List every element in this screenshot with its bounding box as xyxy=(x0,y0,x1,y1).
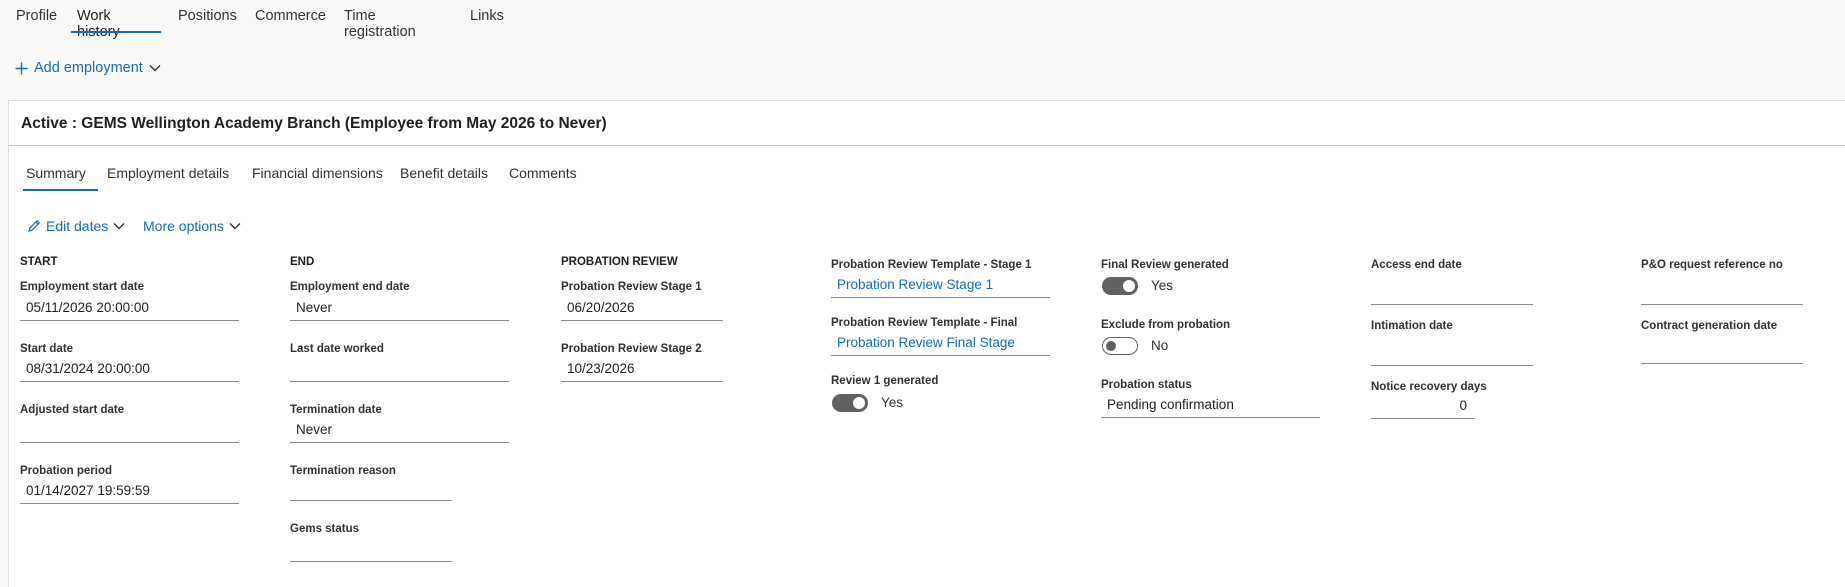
panel-title: Active : GEMS Wellington Academy Branch … xyxy=(21,115,607,132)
adjusted-start-date-field[interactable] xyxy=(20,417,239,443)
employment-panel: Active : GEMS Wellington Academy Branch … xyxy=(8,100,1845,587)
final-review-generated-toggle[interactable] xyxy=(1102,277,1138,295)
po-request-reference-label: P&O request reference no xyxy=(1641,259,1783,271)
review1-generated-toggle[interactable] xyxy=(832,394,868,412)
exclude-from-probation-label: Exclude from probation xyxy=(1101,319,1231,331)
add-employment-button[interactable]: Add employment xyxy=(15,60,161,76)
subtab-comments[interactable]: Comments xyxy=(509,165,577,181)
end-heading: END xyxy=(290,256,315,268)
final-review-generated-value: Yes xyxy=(1151,278,1174,293)
review1-generated-value: Yes xyxy=(881,395,904,410)
tab-time-registration[interactable]: Time registration xyxy=(344,8,416,40)
probation-status-field[interactable]: Pending confirmation xyxy=(1101,392,1320,418)
notice-recovery-days-field[interactable]: 0 xyxy=(1371,393,1475,419)
notice-recovery-days-label: Notice recovery days xyxy=(1371,381,1487,393)
final-review-generated-label: Final Review generated xyxy=(1101,259,1229,271)
active-tab-indicator xyxy=(71,31,161,33)
probation-status-label: Probation status xyxy=(1101,379,1192,391)
tab-commerce[interactable]: Commerce xyxy=(255,8,326,24)
gems-status-field[interactable] xyxy=(290,536,452,562)
probation-review-stage2-field[interactable]: 10/23/2026 xyxy=(561,356,723,382)
more-options-label: More options xyxy=(143,218,224,234)
tab-work-history[interactable]: Work history xyxy=(77,8,120,40)
pencil-icon xyxy=(27,219,41,233)
template-stage1-link[interactable]: Probation Review Stage 1 xyxy=(831,272,1050,298)
subtab-summary[interactable]: Summary xyxy=(26,165,86,181)
template-final-label: Probation Review Template - Final xyxy=(831,317,1018,329)
employment-end-date-field[interactable]: Never xyxy=(290,295,509,321)
tab-profile[interactable]: Profile xyxy=(16,8,57,24)
probation-review-heading: PROBATION REVIEW xyxy=(561,256,678,268)
termination-reason-field[interactable] xyxy=(290,475,452,501)
plus-icon xyxy=(15,62,28,75)
po-request-reference-field[interactable] xyxy=(1641,279,1803,305)
employment-start-date-field[interactable]: 05/11/2026 20:00:00 xyxy=(20,295,239,321)
last-date-worked-label: Last date worked xyxy=(290,343,384,355)
more-options-button[interactable]: More options xyxy=(143,218,241,234)
add-employment-label: Add employment xyxy=(34,60,143,76)
access-end-date-label: Access end date xyxy=(1371,259,1462,271)
probation-period-label: Probation period xyxy=(20,465,112,477)
edit-dates-label: Edit dates xyxy=(46,218,109,234)
probation-review-stage2-label: Probation Review Stage 2 xyxy=(561,343,702,355)
gems-status-label: Gems status xyxy=(290,523,360,535)
probation-review-stage1-field[interactable]: 06/20/2026 xyxy=(561,295,723,321)
chevron-down-icon xyxy=(149,64,161,72)
exclude-from-probation-value: No xyxy=(1151,338,1169,353)
chevron-down-icon xyxy=(229,222,241,230)
termination-date-field[interactable]: Never xyxy=(290,417,509,443)
exclude-from-probation-toggle[interactable] xyxy=(1102,337,1138,355)
subtab-benefit-details[interactable]: Benefit details xyxy=(400,165,488,181)
subtab-financial-dimensions[interactable]: Financial dimensions xyxy=(252,165,383,181)
contract-generation-date-label: Contract generation date xyxy=(1641,320,1778,332)
active-subtab-indicator xyxy=(23,189,98,191)
panel-divider xyxy=(9,145,1845,146)
contract-generation-date-field[interactable] xyxy=(1641,338,1803,364)
tab-positions[interactable]: Positions xyxy=(178,8,237,24)
template-stage1-label: Probation Review Template - Stage 1 xyxy=(831,259,1032,271)
adjusted-start-date-label: Adjusted start date xyxy=(20,404,125,416)
review1-generated-label: Review 1 generated xyxy=(831,375,939,387)
termination-date-label: Termination date xyxy=(290,404,382,416)
last-date-worked-field[interactable] xyxy=(290,356,509,382)
start-date-field[interactable]: 08/31/2024 20:00:00 xyxy=(20,356,239,382)
template-final-link[interactable]: Probation Review Final Stage xyxy=(831,330,1050,356)
employment-end-date-label: Employment end date xyxy=(290,281,410,293)
intimation-date-label: Intimation date xyxy=(1371,320,1453,332)
employment-start-date-label: Employment start date xyxy=(20,281,144,293)
chevron-down-icon xyxy=(113,222,125,230)
subtab-employment-details[interactable]: Employment details xyxy=(107,165,229,181)
start-heading: START xyxy=(20,256,58,268)
intimation-date-field[interactable] xyxy=(1371,340,1533,366)
edit-dates-button[interactable]: Edit dates xyxy=(27,218,125,234)
tab-links[interactable]: Links xyxy=(470,8,504,24)
start-date-label: Start date xyxy=(20,343,74,355)
probation-review-stage1-label: Probation Review Stage 1 xyxy=(561,281,702,293)
probation-period-field[interactable]: 01/14/2027 19:59:59 xyxy=(20,478,239,504)
access-end-date-field[interactable] xyxy=(1371,279,1533,305)
